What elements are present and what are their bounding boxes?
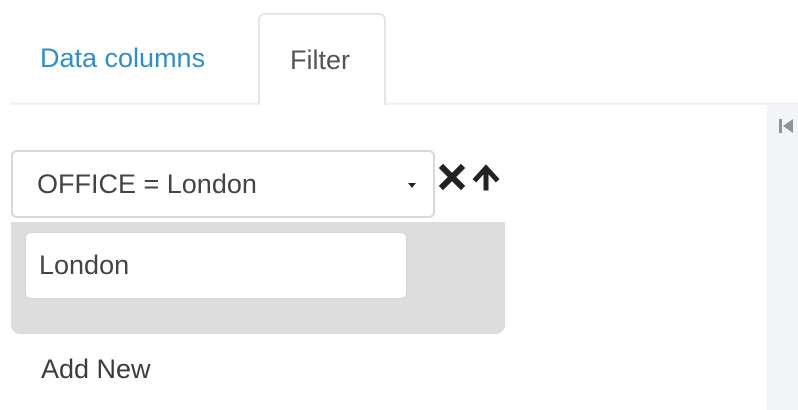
filter-page: Data columns Filter OFFICE = London Add … — [0, 0, 798, 410]
tab-filter-label: Filter — [290, 45, 350, 75]
filter-condition-select[interactable]: OFFICE = London — [11, 150, 435, 218]
add-new-filter-link[interactable]: Add New — [41, 345, 151, 393]
tab-data-columns[interactable]: Data columns — [10, 13, 258, 103]
side-panel-rail — [767, 105, 798, 410]
caret-down-icon — [408, 183, 416, 188]
arrow-up-icon[interactable] — [471, 162, 501, 192]
filter-value-panel — [11, 222, 505, 334]
close-icon[interactable] — [437, 162, 467, 192]
collapse-left-icon[interactable] — [778, 117, 794, 135]
tab-data-columns-label: Data columns — [40, 43, 206, 73]
filter-condition-value: OFFICE = London — [37, 169, 257, 199]
tab-bar: Data columns Filter — [10, 0, 798, 105]
filter-value-input[interactable] — [25, 232, 407, 299]
tab-filter[interactable]: Filter — [258, 13, 386, 105]
